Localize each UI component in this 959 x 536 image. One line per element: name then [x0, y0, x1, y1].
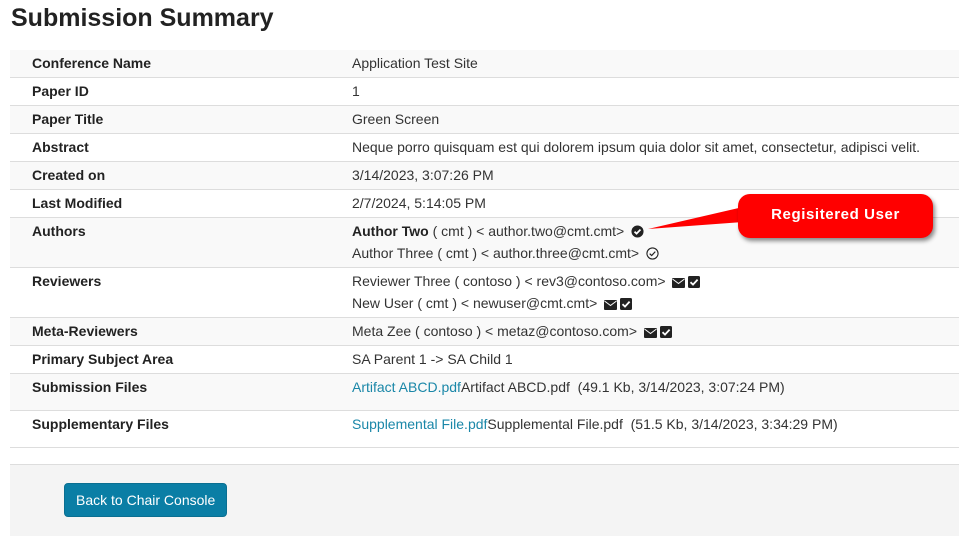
callout-pointer — [648, 207, 743, 229]
author-org: ( cmt ) — [428, 223, 477, 239]
submission-file-details: (49.1 Kb, 3/14/2023, 3:07:24 PM) — [569, 379, 785, 395]
row-abstract: Abstract Neque porro quisquam est qui do… — [10, 133, 959, 162]
row-label: Paper Title — [32, 111, 104, 127]
row-label: Primary Subject Area — [32, 351, 174, 367]
footer-bar: Back to Chair Console — [10, 464, 959, 536]
row-submission-files: Submission Files Artifact ABCD.pdfArtifa… — [10, 373, 959, 411]
author-org: ( cmt ) — [433, 245, 481, 261]
supplementary-file-link[interactable]: Supplemental File.pdf — [352, 416, 487, 432]
abstract-value: Neque porro quisquam est qui dolorem ips… — [352, 139, 921, 155]
row-label: Authors — [32, 223, 86, 239]
row-reviewers: Reviewers Reviewer Three ( contoso ) < r… — [10, 267, 959, 318]
row-label: Last Modified — [32, 195, 123, 211]
row-label: Conference Name — [32, 55, 152, 71]
author-item: Author Three ( cmt ) < author.three@cmt.… — [352, 245, 959, 267]
meta-reviewer-text: Meta Zee ( contoso ) < metaz@contoso.com… — [352, 323, 638, 339]
created-on-value: 3/14/2023, 3:07:26 PM — [352, 167, 494, 183]
row-meta-reviewers: Meta-Reviewers Meta Zee ( contoso ) < me… — [10, 317, 959, 346]
envelope-icon[interactable] — [604, 297, 618, 314]
checkbox-checked-icon — [688, 275, 701, 292]
row-label: Paper ID — [32, 83, 89, 99]
meta-reviewers-value: Meta Zee ( contoso ) < metaz@contoso.com… — [352, 318, 959, 346]
reviewer-item: Reviewer Three ( contoso ) < rev3@contos… — [352, 273, 959, 295]
row-created-on: Created on 3/14/2023, 3:07:26 PM — [10, 161, 959, 190]
row-label: Abstract — [32, 139, 89, 155]
author-name: Author Two — [352, 223, 429, 239]
row-paper-title: Paper Title Green Screen — [10, 105, 959, 134]
reviewer-text: Reviewer Three ( contoso ) < rev3@contos… — [352, 273, 666, 289]
submission-file-link[interactable]: Artifact ABCD.pdf — [352, 379, 461, 395]
reviewer-item: New User ( cmt ) < newuser@cmt.cmt> — [352, 295, 959, 317]
check-circle-filled-icon — [631, 225, 644, 242]
primary-subject-area-value: SA Parent 1 -> SA Child 1 — [352, 351, 513, 367]
row-label: Submission Files — [32, 379, 148, 395]
row-label: Created on — [32, 167, 106, 183]
envelope-icon[interactable] — [672, 275, 686, 292]
submission-file-name: Artifact ABCD.pdf — [460, 379, 570, 395]
envelope-icon[interactable] — [643, 325, 657, 342]
paper-title-value: Green Screen — [352, 111, 440, 127]
author-name: Author Three — [352, 245, 434, 261]
checkbox-checked-icon — [659, 325, 672, 342]
author-email: < author.three@cmt.cmt> — [480, 245, 640, 261]
paper-id-value: 1 — [352, 83, 360, 99]
supplementary-file-details: (51.5 Kb, 3/14/2023, 3:34:29 PM) — [622, 416, 838, 432]
author-email: < author.two@cmt.cmt> — [476, 223, 625, 239]
row-conference-name: Conference Name Application Test Site — [10, 50, 959, 78]
supplementary-file-name: Supplemental File.pdf — [487, 416, 623, 432]
submission-summary-table: Conference Name Application Test Site Pa… — [10, 50, 959, 448]
page-title: Submission Summary — [11, 4, 274, 32]
checkbox-checked-icon — [620, 297, 633, 314]
row-primary-subject-area: Primary Subject Area SA Parent 1 -> SA C… — [10, 345, 959, 374]
back-to-chair-console-button[interactable]: Back to Chair Console — [64, 483, 228, 517]
meta-reviewer-item: Meta Zee ( contoso ) < metaz@contoso.com… — [352, 323, 959, 345]
conference-name-value: Application Test Site — [352, 55, 478, 71]
row-label: Reviewers — [32, 273, 102, 289]
supplementary-files-value: Supplemental File.pdfSupplemental File.p… — [352, 411, 959, 448]
registered-user-callout: Regisitered User — [738, 194, 933, 238]
reviewer-text: New User ( cmt ) < newuser@cmt.cmt> — [352, 295, 598, 311]
check-circle-outline-icon — [646, 247, 659, 264]
submission-files-value: Artifact ABCD.pdfArtifact ABCD.pdf (49.1… — [352, 374, 959, 411]
row-supplementary-files: Supplementary Files Supplemental File.pd… — [10, 410, 959, 448]
row-paper-id: Paper ID 1 — [10, 77, 959, 106]
row-label: Supplementary Files — [32, 416, 169, 432]
row-label: Meta-Reviewers — [32, 323, 138, 339]
reviewers-value: Reviewer Three ( contoso ) < rev3@contos… — [352, 268, 959, 318]
